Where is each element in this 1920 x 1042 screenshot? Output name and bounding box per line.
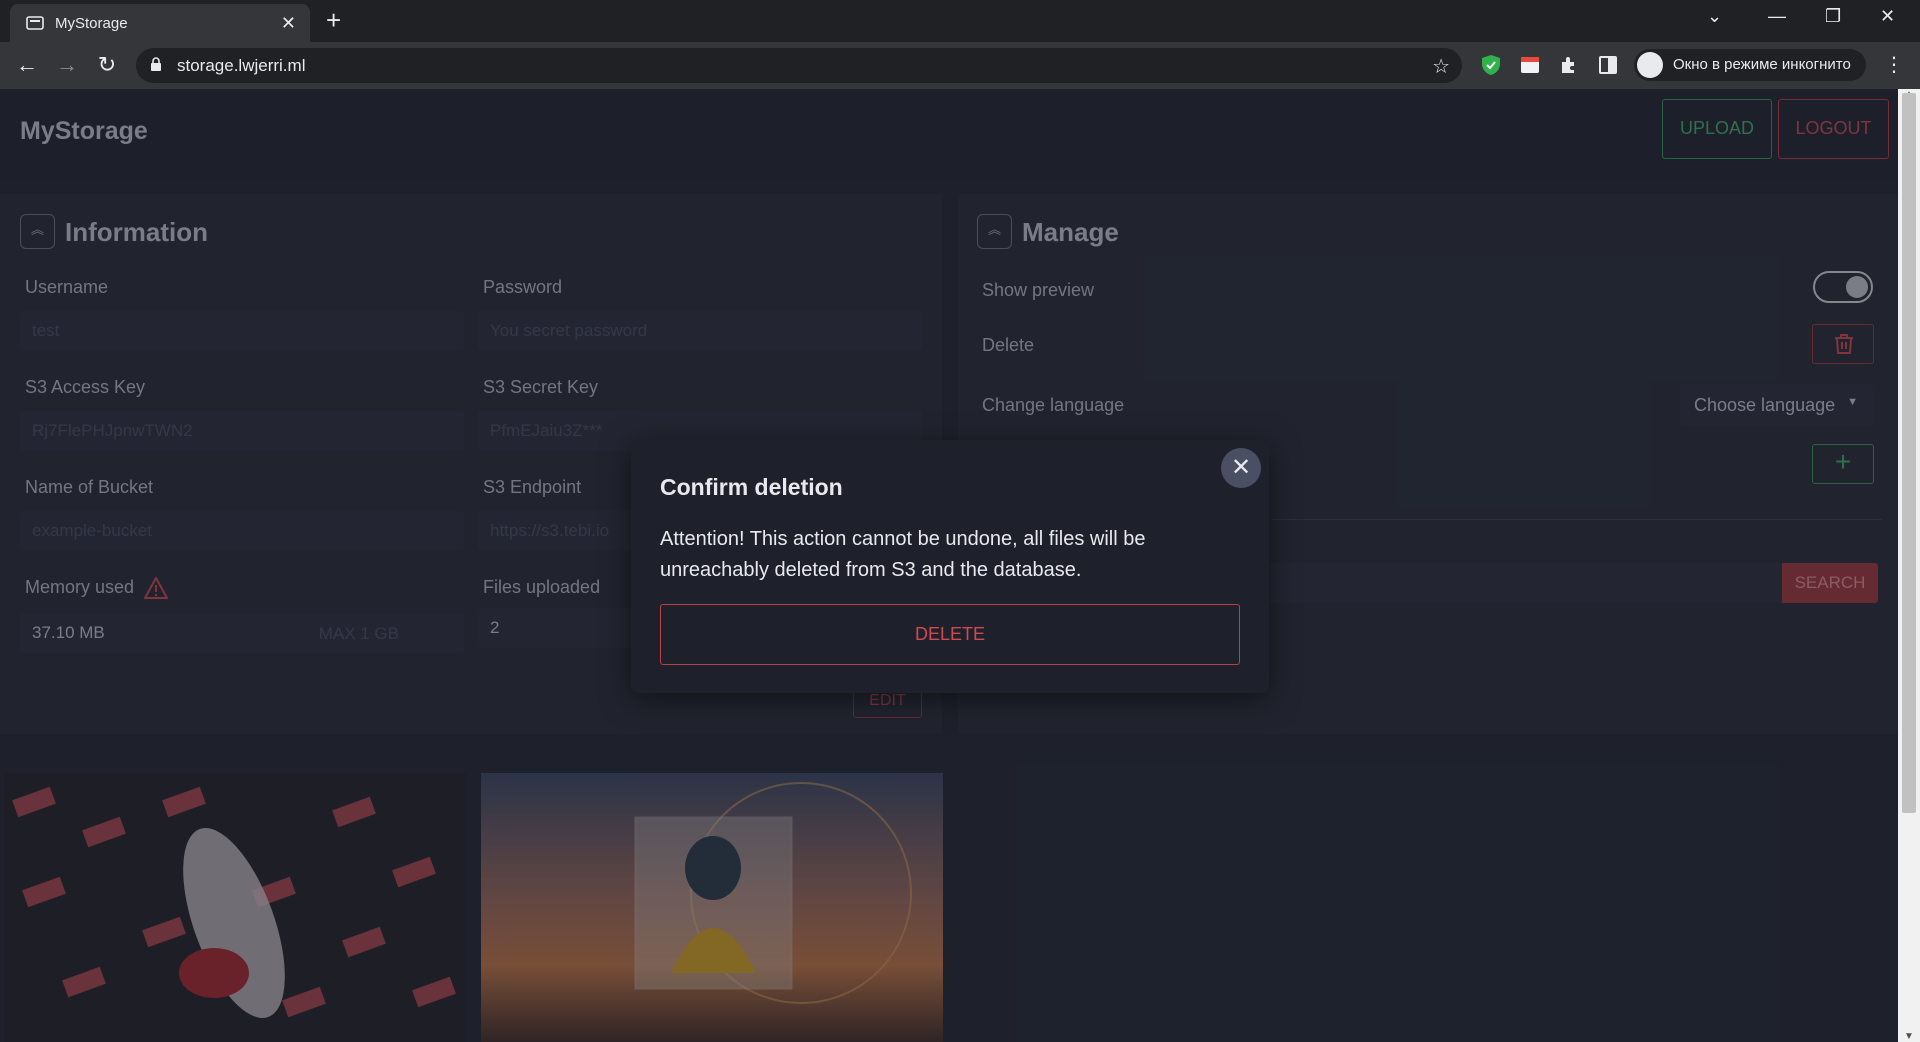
incognito-label: Окно в режиме инкогнито bbox=[1673, 56, 1851, 73]
restore-icon[interactable]: ❐ bbox=[1825, 6, 1841, 27]
tab-search-icon[interactable]: ⌄ bbox=[1707, 6, 1722, 27]
browser-menu-icon[interactable]: ⋮ bbox=[1884, 52, 1904, 77]
incognito-icon bbox=[1637, 52, 1663, 78]
storage-favicon-icon bbox=[26, 16, 44, 30]
minimize-icon[interactable]: — bbox=[1768, 6, 1786, 27]
modal-body-text: Attention! This action cannot be undone,… bbox=[660, 528, 1146, 581]
calendar-extension-icon[interactable] bbox=[1519, 54, 1541, 76]
browser-tab[interactable]: MyStorage ✕ bbox=[10, 4, 310, 42]
scroll-down-icon[interactable]: ▼ bbox=[1904, 1031, 1914, 1042]
forward-icon[interactable]: → bbox=[52, 50, 82, 80]
confirm-delete-button[interactable]: DELETE bbox=[660, 604, 1240, 665]
scrollbar-thumb[interactable] bbox=[1902, 93, 1916, 813]
new-tab-button[interactable]: + bbox=[326, 6, 341, 34]
tab-close-icon[interactable]: ✕ bbox=[281, 13, 296, 33]
browser-toolbar: ← → ↻ storage.lwjerri.ml ☆ Окно в режиме… bbox=[0, 42, 1920, 89]
modal-title: Confirm deletion bbox=[660, 474, 843, 500]
bookmark-star-icon[interactable]: ☆ bbox=[1432, 54, 1450, 79]
confirm-deletion-modal: ✕ Confirm deletion Attention! This actio… bbox=[631, 440, 1269, 693]
modal-close-button[interactable]: ✕ bbox=[1221, 448, 1261, 488]
url-text: storage.lwjerri.ml bbox=[177, 56, 306, 75]
side-panel-icon[interactable] bbox=[1597, 54, 1619, 76]
reload-icon[interactable]: ↻ bbox=[92, 50, 122, 80]
lock-icon bbox=[151, 57, 161, 71]
tab-title: MyStorage bbox=[55, 15, 128, 32]
browser-tabbar: MyStorage ✕ + ⌄ — ❐ ✕ bbox=[0, 0, 1920, 42]
shield-extension-icon[interactable] bbox=[1480, 54, 1502, 76]
incognito-indicator[interactable]: Окно в режиме инкогнито bbox=[1634, 49, 1866, 81]
extensions-puzzle-icon[interactable] bbox=[1558, 54, 1580, 76]
back-icon[interactable]: ← bbox=[12, 50, 42, 80]
address-bar[interactable]: storage.lwjerri.ml ☆ bbox=[136, 48, 1462, 83]
window-close-icon[interactable]: ✕ bbox=[1880, 6, 1895, 27]
page-scrollbar[interactable]: ▲ ▼ bbox=[1898, 89, 1920, 1042]
